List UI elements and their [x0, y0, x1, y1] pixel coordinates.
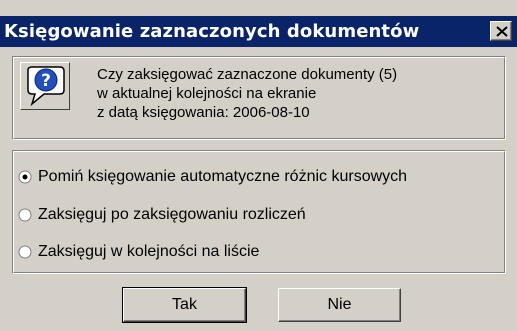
message-line-3: z datą księgowania: 2006-08-10 [97, 104, 310, 121]
yes-button[interactable]: Tak [122, 287, 247, 323]
title-bar: Księgowanie zaznaczonych dokumentów [0, 16, 517, 47]
question-icon: ? [27, 66, 65, 107]
radio-unselected-icon [18, 208, 32, 222]
radio-option-label: Zaksięguj po zaksięgowaniu rozliczeń [38, 206, 306, 223]
message-line-1: Czy zaksięgować zaznaczone dokumenty (5) [97, 66, 398, 83]
radio-selected-icon [18, 170, 32, 184]
no-button[interactable]: Nie [278, 288, 401, 322]
message-line-2: w aktualnej kolejności na ekranie [97, 85, 317, 102]
radio-unselected-icon [18, 245, 32, 259]
radio-option-label: Pomiń księgowanie automatyczne różnic ku… [38, 168, 408, 185]
close-button[interactable] [490, 21, 512, 41]
question-icon-frame: ? [20, 62, 70, 110]
close-icon [496, 26, 508, 37]
radio-option-label: Zaksięguj w kolejności na liście [38, 243, 260, 260]
dialog-title: Księgowanie zaznaczonych dokumentów [4, 21, 420, 42]
dialog-window: Księgowanie zaznaczonych dokumentów ? Cz… [0, 0, 517, 331]
svg-text:?: ? [41, 71, 51, 91]
